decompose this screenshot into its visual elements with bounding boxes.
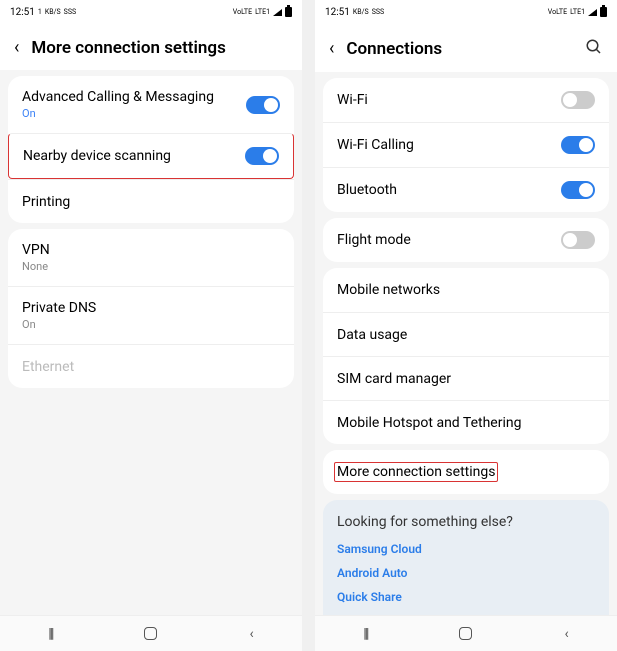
status-sss: SSS bbox=[372, 9, 384, 16]
status-net: KB/S bbox=[353, 9, 369, 16]
card-more: More connection settings bbox=[323, 450, 609, 494]
row-hotspot[interactable]: Mobile Hotspot and Tethering bbox=[323, 400, 609, 444]
signal-icon bbox=[588, 9, 597, 16]
row-label: Advanced Calling & Messaging bbox=[22, 89, 214, 105]
toggle-nearby-scanning[interactable] bbox=[245, 147, 279, 165]
footer-title: Looking for something else? bbox=[337, 514, 595, 530]
row-label: Mobile Hotspot and Tethering bbox=[337, 415, 521, 431]
search-icon[interactable] bbox=[585, 38, 603, 60]
toggle-adv-calling[interactable] bbox=[246, 96, 280, 114]
row-adv-calling[interactable]: Advanced Calling & Messaging On bbox=[8, 76, 294, 133]
row-sublabel: On bbox=[22, 107, 214, 120]
row-wifi[interactable]: Wi-Fi bbox=[323, 78, 609, 122]
link-samsung-cloud[interactable]: Samsung Cloud bbox=[337, 542, 595, 556]
toggle-flight[interactable] bbox=[561, 231, 595, 249]
page-title: More connection settings bbox=[31, 38, 288, 58]
toggle-wifi-calling[interactable] bbox=[561, 136, 595, 154]
phone-left: 12:51 1 KB/S SSS VoLTE LTE1 ‹ More conne… bbox=[0, 0, 302, 651]
status-net: KB/S bbox=[45, 9, 61, 16]
row-label: SIM card manager bbox=[337, 371, 451, 387]
statusbar: 12:51 1 KB/S SSS VoLTE LTE1 bbox=[0, 0, 302, 24]
row-label: Nearby device scanning bbox=[23, 148, 171, 164]
row-label: Ethernet bbox=[22, 359, 74, 375]
row-ethernet: Ethernet bbox=[8, 344, 294, 388]
row-data-usage[interactable]: Data usage bbox=[323, 312, 609, 356]
battery-icon bbox=[285, 7, 292, 17]
status-sim: 1 bbox=[38, 9, 42, 16]
content-left[interactable]: Advanced Calling & Messaging On Nearby d… bbox=[0, 70, 302, 615]
row-vpn[interactable]: VPN None bbox=[8, 229, 294, 286]
row-label: Bluetooth bbox=[337, 182, 397, 198]
card-networks: Mobile networks Data usage SIM card mana… bbox=[323, 268, 609, 444]
statusbar: 12:51 KB/S SSS VoLTE LTE1 bbox=[315, 0, 617, 24]
card-1: Advanced Calling & Messaging On Nearby d… bbox=[8, 76, 294, 223]
card-wifi: Wi-Fi Wi-Fi Calling Bluetooth bbox=[323, 78, 609, 212]
link-android-auto[interactable]: Android Auto bbox=[337, 566, 595, 580]
nav-recent-button[interactable]: ||| bbox=[345, 626, 385, 642]
back-button[interactable]: ‹ bbox=[14, 39, 19, 57]
row-mobile-networks[interactable]: Mobile networks bbox=[323, 268, 609, 312]
header-left: ‹ More connection settings bbox=[0, 24, 302, 70]
signal-icon bbox=[273, 9, 282, 16]
row-label: More connection settings bbox=[337, 464, 495, 480]
row-label: Wi-Fi Calling bbox=[337, 137, 414, 153]
nav-recent-button[interactable]: ||| bbox=[30, 626, 70, 642]
status-volte: VoLTE bbox=[548, 9, 567, 16]
status-lte: LTE1 bbox=[570, 9, 585, 16]
card-2: VPN None Private DNS On Ethernet bbox=[8, 229, 294, 388]
row-printing[interactable]: Printing bbox=[8, 179, 294, 223]
header-right: ‹ Connections bbox=[315, 24, 617, 72]
nav-back-button[interactable]: ‹ bbox=[547, 626, 587, 642]
nav-home-button[interactable] bbox=[131, 627, 171, 640]
card-flight: Flight mode bbox=[323, 218, 609, 262]
row-sim-manager[interactable]: SIM card manager bbox=[323, 356, 609, 400]
status-sss: SSS bbox=[64, 9, 76, 16]
status-lte: LTE1 bbox=[255, 9, 270, 16]
content-right[interactable]: Wi-Fi Wi-Fi Calling Bluetooth Flight mod… bbox=[315, 72, 617, 615]
row-label: Wi-Fi bbox=[337, 92, 368, 108]
link-quick-share[interactable]: Quick Share bbox=[337, 590, 595, 604]
row-flight-mode[interactable]: Flight mode bbox=[323, 218, 609, 262]
status-time: 12:51 bbox=[325, 7, 350, 18]
nav-back-button[interactable]: ‹ bbox=[232, 626, 272, 642]
navbar: ||| ‹ bbox=[0, 615, 302, 651]
row-sublabel: None bbox=[22, 260, 50, 273]
row-label: Data usage bbox=[337, 327, 407, 343]
nav-home-button[interactable] bbox=[446, 627, 486, 640]
row-label: Flight mode bbox=[337, 232, 411, 248]
navbar: ||| ‹ bbox=[315, 615, 617, 651]
back-button[interactable]: ‹ bbox=[329, 40, 334, 58]
row-more-connection-settings[interactable]: More connection settings bbox=[323, 450, 609, 494]
highlighted-label: More connection settings bbox=[334, 462, 498, 482]
row-label: Printing bbox=[22, 194, 70, 210]
row-label: Mobile networks bbox=[337, 282, 440, 298]
row-label: VPN bbox=[22, 242, 50, 258]
row-nearby-scanning[interactable]: Nearby device scanning bbox=[8, 133, 294, 179]
looking-for-card: Looking for something else? Samsung Clou… bbox=[323, 500, 609, 615]
phone-right: 12:51 KB/S SSS VoLTE LTE1 ‹ Connections … bbox=[315, 0, 617, 651]
row-wifi-calling[interactable]: Wi-Fi Calling bbox=[323, 122, 609, 167]
row-sublabel: On bbox=[22, 318, 96, 331]
page-title: Connections bbox=[346, 39, 573, 59]
row-label: Private DNS bbox=[22, 300, 96, 316]
row-bluetooth[interactable]: Bluetooth bbox=[323, 167, 609, 212]
toggle-wifi[interactable] bbox=[561, 91, 595, 109]
battery-icon bbox=[600, 7, 607, 17]
status-volte: VoLTE bbox=[233, 9, 252, 16]
toggle-bluetooth[interactable] bbox=[561, 181, 595, 199]
status-time: 12:51 bbox=[10, 7, 35, 18]
row-private-dns[interactable]: Private DNS On bbox=[8, 286, 294, 344]
